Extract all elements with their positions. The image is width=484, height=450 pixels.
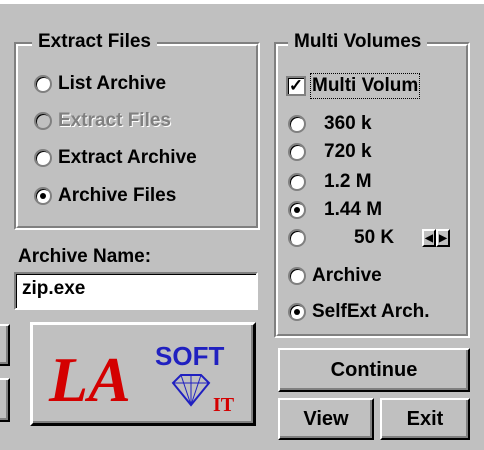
radio-extract-archive[interactable]: Extract Archive [34, 144, 197, 172]
checkbox-indicator[interactable]: ✓ [286, 76, 306, 96]
logo-it: IT [213, 394, 235, 416]
hidden-left-button-bottom[interactable] [0, 378, 10, 422]
radio-indicator[interactable] [288, 267, 306, 285]
radio-indicator[interactable] [288, 115, 306, 133]
radio-selfext-arch[interactable]: SelfExt Arch. [288, 298, 430, 326]
radio-label: Extract Archive [58, 147, 197, 168]
radio-archive[interactable]: Archive [288, 262, 382, 290]
custom-size-value: 50 K [354, 227, 395, 248]
multi-volume-checkbox[interactable]: ✓ Multi Volum [286, 72, 421, 100]
radio-indicator[interactable] [288, 201, 306, 219]
radio-label: Archive Files [58, 185, 177, 206]
radio-custom-size[interactable]: 50 K [288, 224, 394, 252]
lasoft-logo-icon: LA SOFT IT [48, 341, 235, 416]
radio-indicator[interactable] [34, 75, 52, 93]
radio-1-2m[interactable]: 1.2 M [288, 168, 372, 196]
radio-label: 1.44 M [324, 199, 383, 220]
hidden-left-button-top[interactable] [0, 324, 10, 366]
radio-label: 720 k [324, 141, 372, 162]
continue-button[interactable]: Continue [278, 348, 470, 392]
radio-label: Archive [312, 265, 382, 286]
radio-label: SelfExt Arch. [312, 301, 430, 322]
radio-label: 1.2 M [324, 171, 372, 192]
radio-indicator[interactable] [288, 143, 306, 161]
logo-button[interactable]: LA SOFT IT [30, 322, 256, 426]
logo-monogram: LA [48, 344, 131, 415]
exit-button[interactable]: Exit [380, 398, 470, 440]
radio-list-archive[interactable]: List Archive [34, 70, 166, 98]
radio-720k[interactable]: 720 k [288, 138, 372, 166]
radio-indicator[interactable] [288, 173, 306, 191]
size-spinner[interactable]: ◀ ▶ [422, 229, 450, 247]
view-button[interactable]: View [278, 398, 374, 440]
archive-name-label: Archive Name: [18, 246, 152, 267]
radio-indicator [34, 112, 52, 130]
extract-files-title: Extract Files [32, 28, 157, 56]
radio-label: Extract Files [58, 110, 171, 131]
spin-right-icon[interactable]: ▶ [436, 229, 450, 247]
checkbox-label: Multi Volum [309, 73, 421, 99]
radio-label: List Archive [58, 73, 167, 94]
radio-indicator[interactable] [288, 303, 306, 321]
radio-indicator[interactable] [34, 187, 52, 205]
extract-files-group: Extract Files List Archive Extract Files… [14, 28, 260, 230]
radio-1-44m[interactable]: 1.44 M [288, 196, 382, 224]
logo-soft: SOFT [155, 341, 224, 371]
window-top-edge [0, 0, 484, 4]
radio-archive-files[interactable]: Archive Files [34, 182, 176, 210]
spin-left-icon[interactable]: ◀ [422, 229, 436, 247]
multi-volumes-group: Multi Volumes ✓ Multi Volum 360 k 720 k … [274, 28, 470, 338]
radio-indicator[interactable] [34, 149, 52, 167]
archive-name-input[interactable]: zip.exe [14, 272, 258, 310]
radio-label: 360 k [324, 113, 372, 134]
diamond-icon [171, 374, 211, 407]
radio-extract-files: Extract Files [34, 107, 171, 135]
radio-360k[interactable]: 360 k [288, 110, 372, 138]
multi-volumes-title: Multi Volumes [288, 28, 428, 56]
radio-indicator[interactable] [288, 229, 306, 247]
